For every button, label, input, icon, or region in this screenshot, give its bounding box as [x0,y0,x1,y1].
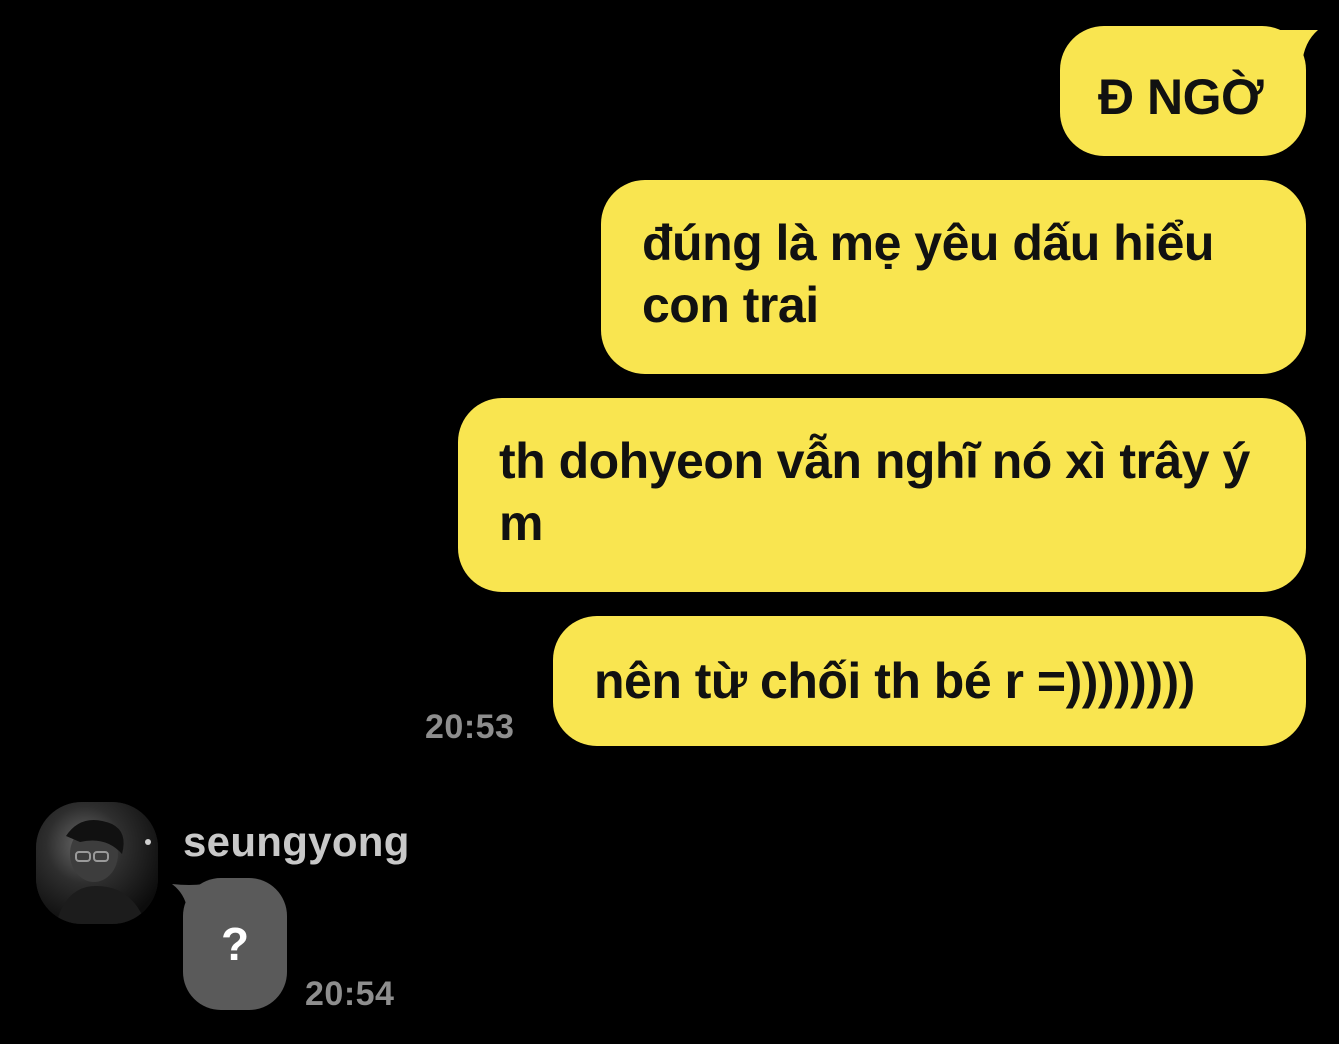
outgoing-message-bubble[interactable]: nên từ chối th bé r =)))))))) [553,616,1306,746]
message-text: đúng là mẹ yêu dấu hiểu con trai [642,215,1214,333]
profile-photo-avatar-icon [36,802,158,924]
message-text: ? [220,918,250,970]
outgoing-message-bubble[interactable]: đúng là mẹ yêu dấu hiểu con trai [601,180,1306,374]
outgoing-message-bubble[interactable]: th dohyeon vẫn nghĩ nó xì trây ý m [458,398,1306,592]
message-text: th dohyeon vẫn nghĩ nó xì trây ý m [499,433,1250,551]
message-timestamp: 20:54 [305,975,395,1013]
bubble-tail-icon [1278,30,1318,64]
outgoing-message-bubble[interactable]: Đ NGỜ [1060,26,1306,156]
incoming-message-bubble[interactable]: ? [183,878,287,1010]
message-text: Đ NGỜ [1098,69,1264,125]
avatar[interactable] [36,802,158,924]
chat-thread: Đ NGỜ đúng là mẹ yêu dấu hiểu con trai t… [0,0,1339,1044]
message-timestamp: 20:53 [425,708,515,746]
sender-name: seungyong [183,818,410,865]
message-text: nên từ chối th bé r =)))))))) [594,653,1195,709]
